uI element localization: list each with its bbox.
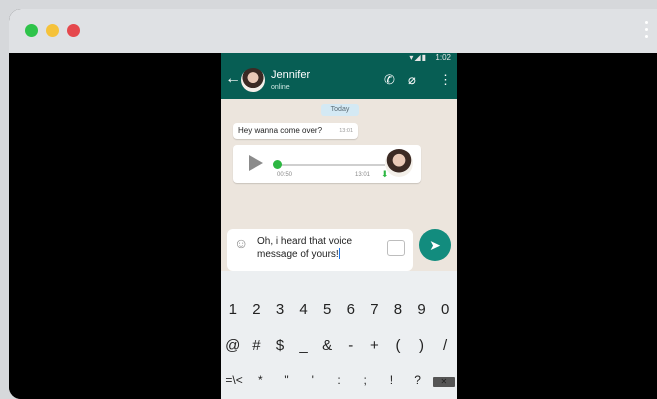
key-5[interactable]: 5 — [316, 301, 338, 331]
key-exclamation[interactable]: ! — [380, 373, 402, 399]
key-4[interactable]: 4 — [293, 301, 315, 331]
backspace-icon: ✕ — [432, 377, 455, 387]
voice-duration: 00:50 — [277, 172, 293, 178]
voice-progress-track[interactable] — [277, 164, 385, 166]
key-9[interactable]: 9 — [411, 301, 433, 331]
mic-icon: ⬇ — [381, 169, 389, 179]
message-bubble[interactable]: Hey wanna come over? 13:01 — [233, 123, 358, 139]
phone-icon[interactable]: ✆ — [384, 73, 395, 87]
keyboard-row-numbers: 1 2 3 4 5 6 7 8 9 0 — [221, 301, 457, 331]
contact-name[interactable]: Jennifer — [271, 69, 310, 81]
arrow-left-icon[interactable]: ← — [225, 71, 241, 87]
key-paren-open[interactable]: ( — [387, 337, 409, 367]
send-icon: ➤ — [429, 237, 441, 253]
window-menu-icon[interactable] — [645, 21, 649, 41]
key-underscore[interactable]: _ — [293, 337, 315, 367]
key-apostrophe[interactable]: ' — [302, 373, 324, 399]
key-question[interactable]: ? — [407, 373, 429, 399]
chat-header: ← Jennifer online ✆ ⌀ ⋮ — [221, 63, 457, 99]
message-text: Hey wanna come over? — [238, 126, 323, 135]
key-paren-close[interactable]: ) — [411, 337, 433, 367]
video-viewport: ▾◢▮ 1:02 ← Jennifer online ✆ ⌀ ⋮ Today H… — [9, 53, 657, 399]
key-ampersand[interactable]: & — [316, 337, 338, 367]
app-window: ▾◢▮ 1:02 ← Jennifer online ✆ ⌀ ⋮ Today H… — [9, 9, 657, 399]
key-minus[interactable]: - — [340, 337, 362, 367]
camera-icon[interactable] — [387, 240, 405, 256]
key-plus[interactable]: + — [363, 337, 385, 367]
signal-icon: ▾◢▮ — [409, 53, 427, 62]
key-6[interactable]: 6 — [340, 301, 362, 331]
send-button[interactable]: ➤ — [419, 229, 451, 261]
text-caret — [338, 248, 340, 259]
key-8[interactable]: 8 — [387, 301, 409, 331]
close-button[interactable] — [67, 24, 80, 37]
smiley-icon[interactable]: ☺ — [234, 236, 248, 250]
avatar[interactable] — [241, 68, 265, 92]
key-colon[interactable]: : — [328, 373, 350, 399]
voice-time: 13:01 — [355, 172, 371, 178]
minimize-button[interactable] — [46, 24, 59, 37]
key-more-symbols[interactable]: =\< — [223, 373, 245, 399]
voice-message[interactable]: 00:50 13:01 ⬇ — [233, 145, 421, 183]
key-at[interactable]: @ — [222, 337, 244, 367]
key-2[interactable]: 2 — [245, 301, 267, 331]
status-bar: ▾◢▮ 1:02 — [221, 53, 457, 63]
status-time: 1:02 — [435, 53, 451, 62]
key-dollar[interactable]: $ — [269, 337, 291, 367]
kebab-icon[interactable]: ⋮ — [439, 73, 452, 87]
paperclip-icon[interactable]: ⌀ — [408, 73, 416, 87]
key-0[interactable]: 0 — [434, 301, 456, 331]
key-slash[interactable]: / — [434, 337, 456, 367]
backspace-key[interactable]: ✕ — [432, 373, 455, 399]
message-input[interactable]: ☺ Oh, i heard that voice message of your… — [227, 229, 413, 271]
key-3[interactable]: 3 — [269, 301, 291, 331]
voice-progress-handle[interactable] — [273, 160, 282, 169]
message-input-text[interactable]: Oh, i heard that voice message of yours! — [257, 236, 381, 261]
maximize-button[interactable] — [25, 24, 38, 37]
phone-screen: ▾◢▮ 1:02 ← Jennifer online ✆ ⌀ ⋮ Today H… — [221, 53, 457, 399]
play-icon[interactable] — [249, 155, 263, 171]
keyboard-row-symbols: @ # $ _ & - + ( ) / — [221, 337, 457, 367]
key-quote[interactable]: " — [276, 373, 298, 399]
key-semicolon[interactable]: ; — [354, 373, 376, 399]
keyboard-row-punct: =\< * " ' : ; ! ? ✕ — [221, 373, 457, 399]
key-7[interactable]: 7 — [363, 301, 385, 331]
key-asterisk[interactable]: * — [249, 373, 271, 399]
contact-status: online — [271, 84, 290, 91]
message-time: 13:01 — [339, 128, 353, 134]
key-1[interactable]: 1 — [222, 301, 244, 331]
title-bar — [9, 9, 657, 53]
date-chip: Today — [321, 104, 359, 116]
key-hash[interactable]: # — [245, 337, 267, 367]
voice-avatar — [385, 149, 413, 177]
keyboard: 1 2 3 4 5 6 7 8 9 0 @ # $ _ & - + () / … — [221, 271, 457, 399]
